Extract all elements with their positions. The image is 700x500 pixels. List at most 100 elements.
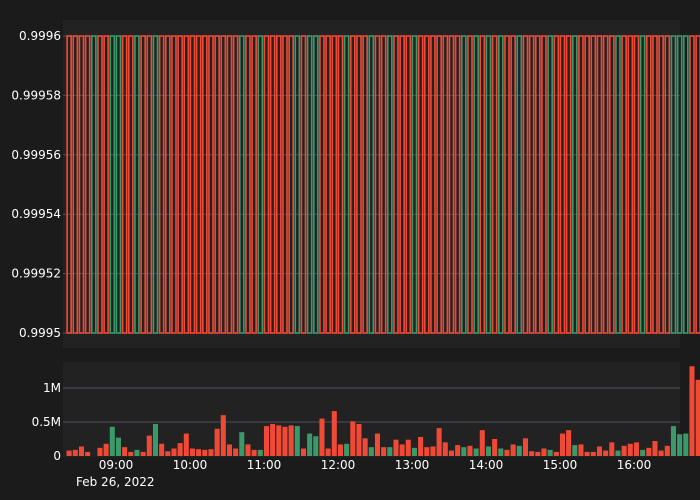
volume-bar [590, 451, 596, 456]
price-y-tick-label: 0.9995 [19, 326, 61, 340]
volume-bar [115, 437, 121, 456]
price-plot-background [63, 20, 680, 348]
volume-bar [424, 447, 430, 456]
volume-bar [695, 379, 700, 456]
volume-bar [233, 448, 239, 456]
volume-bar [251, 449, 257, 456]
volume-bar [467, 445, 473, 456]
volume-bar [146, 435, 152, 456]
volume-bar [541, 448, 547, 456]
volume-bar [245, 444, 251, 456]
volume-bar [633, 442, 639, 456]
volume-bar [331, 411, 337, 456]
volume-bar [263, 426, 269, 456]
volume-bar [652, 441, 658, 456]
volume-bar [214, 428, 220, 456]
volume-bar [670, 426, 676, 456]
volume-bar [498, 448, 504, 456]
volume-bar [479, 430, 485, 456]
volume-bar [362, 438, 368, 456]
volume-bar [368, 447, 374, 456]
volume-bar [535, 451, 541, 456]
volume-bar [646, 447, 652, 456]
volume-y-axis: 1M 0.5M 0 [32, 381, 61, 463]
volume-bar [399, 444, 405, 456]
volume-bar [572, 445, 578, 456]
volume-bar [559, 433, 565, 456]
volume-bar [152, 424, 158, 456]
volume-bar [381, 447, 387, 456]
volume-bar [122, 447, 128, 456]
x-tick-label: 09:00 [99, 458, 134, 472]
volume-bar [547, 449, 553, 456]
price-y-axis: 0.9996 0.99958 0.99956 0.99954 0.99952 0.9995 [11, 29, 61, 340]
volume-y-tick-label: 0 [53, 449, 61, 463]
volume-bar [313, 436, 319, 456]
volume-bar [374, 433, 380, 456]
volume-bar [553, 451, 559, 456]
volume-bar [350, 421, 356, 456]
volume-bar [97, 447, 103, 456]
volume-bar [522, 438, 528, 456]
volume-bar [510, 444, 516, 456]
volume-bar [448, 450, 454, 456]
price-y-tick-label: 0.99956 [11, 148, 61, 162]
volume-bar [319, 418, 325, 456]
volume-bar [189, 448, 195, 456]
volume-bar [405, 439, 411, 456]
volume-bar [492, 439, 498, 456]
price-y-tick-label: 0.99954 [11, 207, 61, 221]
volume-bar [356, 424, 362, 456]
volume-bar [615, 450, 621, 456]
volume-bar [103, 443, 109, 456]
price-candle [689, 35, 695, 334]
volume-bar [177, 443, 183, 456]
price-candle [682, 35, 689, 334]
volume-bar [393, 439, 399, 456]
volume-bar [66, 450, 72, 456]
volume-bar [140, 451, 146, 456]
volume-bar [516, 445, 522, 456]
volume-bar [307, 433, 313, 456]
volume-bar [85, 451, 91, 456]
volume-bar [276, 425, 282, 456]
volume-bar [226, 444, 232, 456]
volume-bar [325, 448, 331, 456]
volume-bar [473, 448, 479, 456]
volume-bar [165, 451, 171, 456]
volume-bar [239, 432, 245, 456]
volume-bar [208, 449, 214, 456]
volume-bar [196, 449, 202, 456]
volume-bar [128, 451, 134, 456]
volume-bar [282, 426, 288, 456]
volume-bar [220, 415, 226, 456]
price-y-tick-label: 0.99958 [11, 88, 61, 102]
volume-bar [387, 447, 393, 456]
volume-bar [677, 434, 683, 456]
volume-bar [411, 447, 417, 456]
x-tick-label: 11:00 [247, 458, 282, 472]
volume-bar [202, 449, 208, 456]
volume-bar [72, 449, 78, 456]
volume-bar [689, 366, 695, 456]
volume-y-tick-label: 1M [43, 381, 61, 395]
x-tick-label: 14:00 [469, 458, 504, 472]
volume-bar [270, 424, 276, 456]
volume-bar [430, 446, 436, 456]
volume-bar [344, 443, 350, 456]
volume-bar [640, 449, 646, 456]
volume-bar [627, 443, 633, 456]
volume-bar [596, 446, 602, 456]
volume-bar [78, 446, 84, 456]
volume-bar [658, 450, 664, 456]
price-y-tick-label: 0.9996 [19, 29, 61, 43]
volume-bar [455, 445, 461, 456]
x-tick-label: 16:00 [617, 458, 652, 472]
volume-bar [461, 447, 467, 456]
volume-bar [436, 428, 442, 456]
volume-bar [609, 442, 615, 456]
volume-bar [621, 445, 627, 456]
price-candle [695, 35, 700, 334]
time-x-axis: 09:00 10:00 11:00 12:00 13:00 14:00 15:00 16:00 [99, 458, 652, 472]
chart: 0.9996 0.99958 0.99956 0.99954 0.99952 0.9995… [11, 20, 700, 489]
